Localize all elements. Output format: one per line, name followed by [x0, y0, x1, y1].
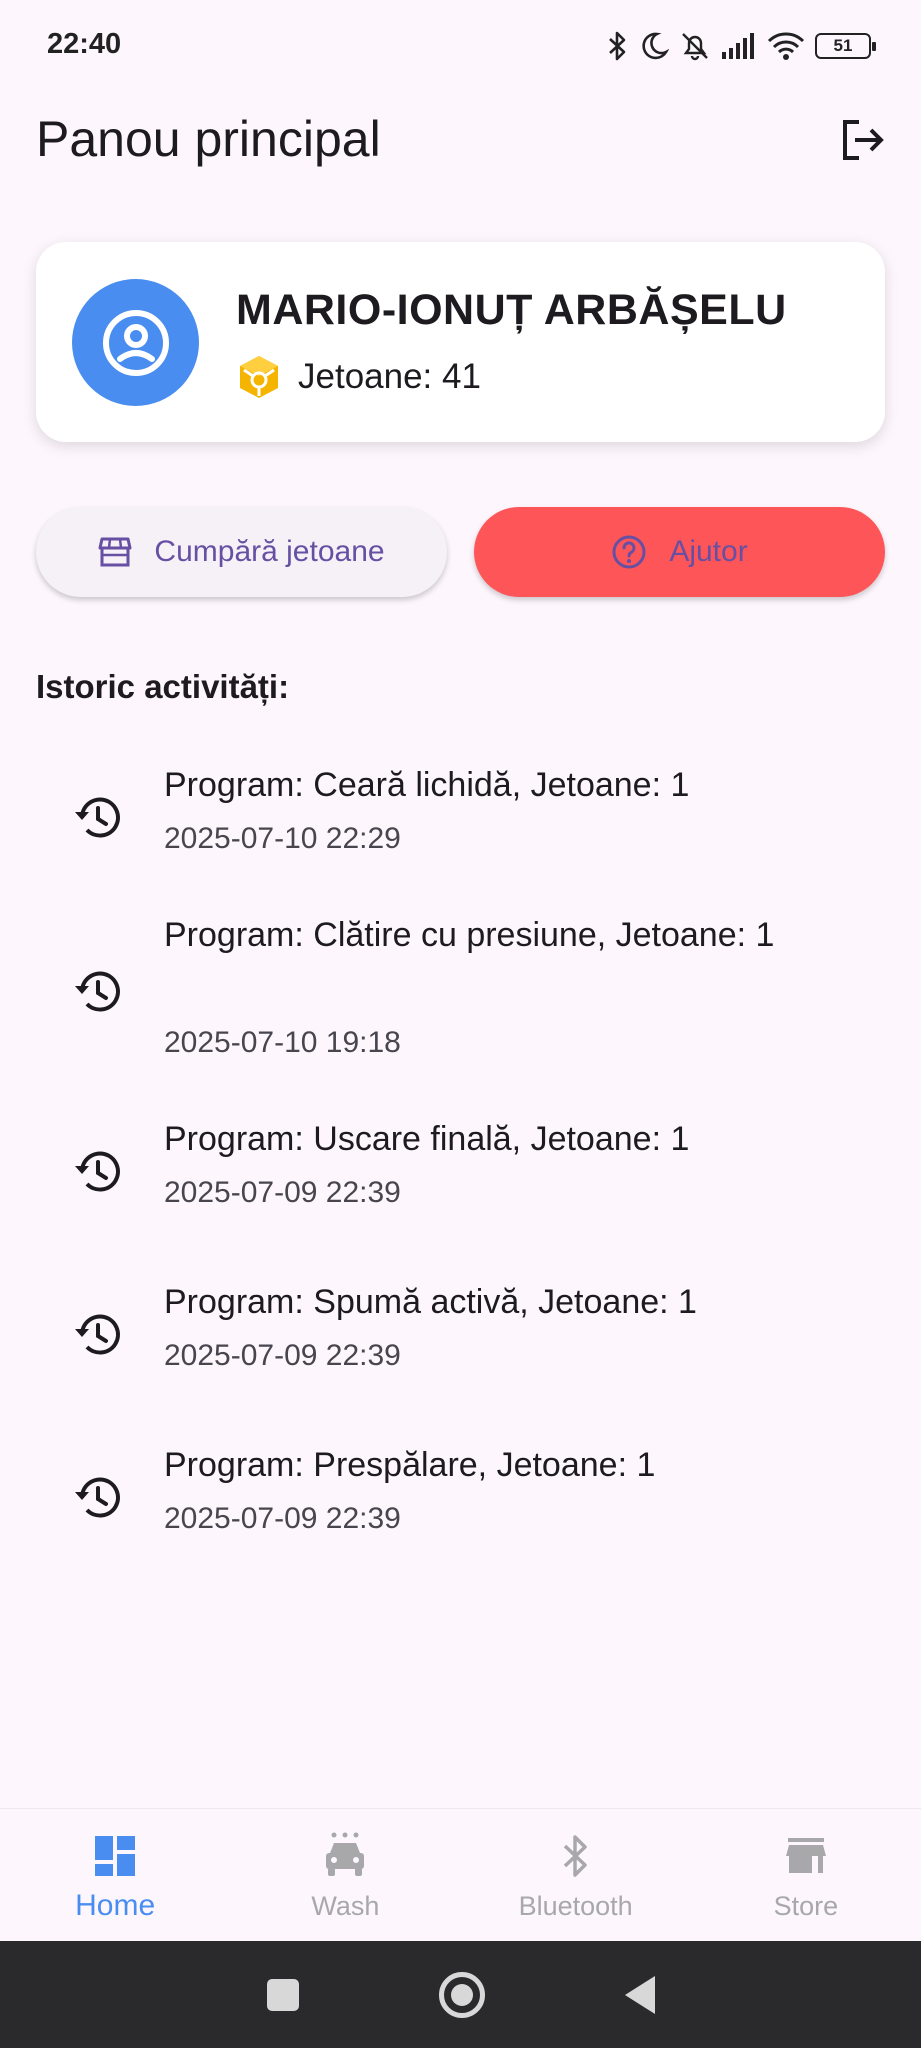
moon-icon — [642, 32, 669, 60]
buy-tokens-button[interactable]: Cumpără jetoane — [36, 507, 447, 597]
history-icon — [75, 1151, 120, 1192]
back-button[interactable] — [624, 1975, 655, 2014]
bluetooth-status-icon — [609, 31, 626, 61]
wifi-icon — [767, 32, 805, 60]
history-item-date: 2025-07-10 22:29 — [164, 822, 401, 855]
history-item-text: Program: Ceară lichidă, Jetoane: 1 — [164, 766, 690, 804]
history-item-text: Program: Prespălare, Jetoane: 1 — [164, 1446, 656, 1484]
help-button[interactable]: Ajutor — [474, 507, 885, 597]
help-icon — [612, 535, 646, 569]
history-item-text: Program: Clătire cu presiune, Jetoane: 1 — [164, 916, 775, 954]
history-item[interactable]: Program: Uscare finală, Jetoane: 1 2025-… — [0, 1112, 921, 1232]
history-item-date: 2025-07-09 22:39 — [164, 1502, 401, 1535]
history-item-date: 2025-07-10 19:18 — [164, 1026, 401, 1059]
nav-label-wash: Wash — [311, 1891, 380, 1921]
nav-item-home[interactable]: Home — [0, 1809, 230, 1941]
bluetooth-icon — [559, 1831, 593, 1881]
bell-off-icon — [682, 33, 708, 61]
store-icon — [98, 537, 132, 567]
recents-button[interactable] — [266, 1978, 299, 2011]
history-item[interactable]: Program: Ceară lichidă, Jetoane: 1 2025-… — [0, 758, 921, 878]
avatar — [72, 279, 199, 406]
logout-icon — [843, 120, 884, 160]
user-name: MARIO-IONUȚ ARBĂȘELU — [236, 286, 787, 334]
history-icon — [75, 1477, 120, 1518]
page-title: Panou principal — [36, 111, 381, 167]
store-icon — [784, 1831, 828, 1881]
history-item-text: Program: Spumă activă, Jetoane: 1 — [164, 1283, 697, 1321]
help-label: Ajutor — [669, 535, 748, 568]
status-bar: 22:40 51 — [0, 0, 921, 92]
home-button[interactable] — [438, 1971, 485, 2018]
nav-label-home: Home — [75, 1889, 156, 1922]
signal-icon — [722, 33, 754, 59]
profile-card: MARIO-IONUȚ ARBĂȘELU Jetoane: 41 — [36, 242, 885, 442]
battery-icon: 51 — [815, 33, 876, 59]
history-icon — [75, 797, 120, 838]
history-title: Istoric activități: — [36, 668, 290, 705]
status-icons: 51 — [607, 26, 876, 66]
history-item-text: Program: Uscare finală, Jetoane: 1 — [164, 1120, 690, 1158]
history-item[interactable]: Program: Prespălare, Jetoane: 1 2025-07-… — [0, 1438, 921, 1558]
token-icon — [240, 356, 278, 398]
nav-item-bluetooth[interactable]: Bluetooth — [461, 1809, 691, 1941]
screen: 22:40 51 Panou principal MARIO-IONUȚ ARB… — [0, 0, 921, 2048]
system-nav-bar — [0, 1941, 921, 2048]
token-balance: Jetoane: 41 — [236, 354, 481, 400]
nav-item-store[interactable]: Store — [691, 1809, 921, 1941]
battery-level: 51 — [833, 36, 853, 55]
nav-label-store: Store — [773, 1891, 839, 1921]
dashboard-icon — [93, 1831, 137, 1881]
history-item-date: 2025-07-09 22:39 — [164, 1339, 401, 1372]
history-item-date: 2025-07-09 22:39 — [164, 1176, 401, 1209]
history-icon — [75, 971, 120, 1012]
nav-item-wash[interactable]: Wash — [230, 1809, 460, 1941]
nav-label-bluetooth: Bluetooth — [518, 1891, 633, 1921]
status-time: 22:40 — [47, 28, 122, 60]
logout-button[interactable] — [835, 112, 891, 168]
bottom-nav: Home Wash Bluetooth Store — [0, 1808, 921, 1941]
buy-tokens-label: Cumpără jetoane — [154, 535, 385, 568]
car-wash-icon — [322, 1831, 368, 1881]
history-icon — [75, 1314, 120, 1355]
account-circle-icon — [102, 309, 169, 376]
history-item[interactable]: Program: Clătire cu presiune, Jetoane: 1… — [0, 908, 921, 1083]
token-count: Jetoane: 41 — [298, 357, 481, 396]
history-item[interactable]: Program: Spumă activă, Jetoane: 1 2025-0… — [0, 1275, 921, 1395]
